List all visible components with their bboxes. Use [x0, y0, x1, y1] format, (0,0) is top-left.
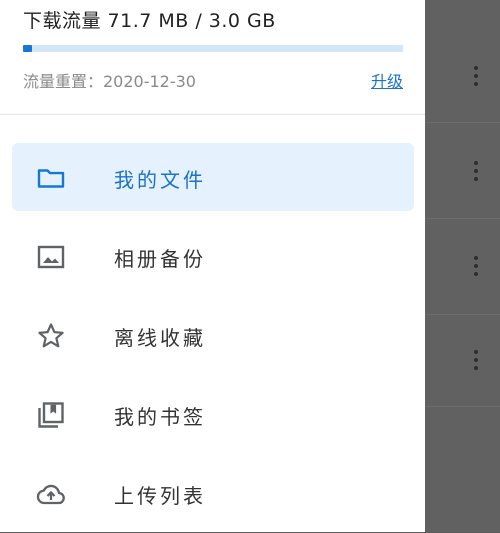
folder-icon	[36, 163, 66, 193]
menu-item-label: 相册备份	[114, 247, 206, 271]
menu-item-upload-list[interactable]: 上传列表	[12, 459, 414, 527]
more-vertical-icon	[469, 161, 483, 181]
bookmarks-icon	[36, 400, 66, 430]
list-item	[425, 28, 500, 122]
menu-item-album-backup[interactable]: 相册备份	[12, 222, 414, 290]
list-item	[425, 218, 500, 315]
more-vertical-icon	[469, 66, 483, 86]
list-item	[425, 406, 500, 533]
download-quota-title: 下载流量 71.7 MB / 3.0 GB	[23, 10, 276, 32]
background-list	[425, 0, 500, 532]
list-item	[425, 122, 500, 219]
menu-item-label: 上传列表	[114, 484, 206, 508]
upgrade-link[interactable]: 升级	[371, 68, 403, 92]
quota-progress-bar	[23, 45, 403, 52]
menu-item-offline-favorites[interactable]: 离线收藏	[12, 301, 414, 369]
menu-item-my-bookmarks[interactable]: 我的书签	[12, 380, 414, 448]
image-icon	[36, 242, 66, 272]
menu-item-label: 离线收藏	[114, 326, 206, 350]
quota-reset-date: 流量重置：2020-12-30	[23, 72, 196, 91]
more-vertical-icon	[469, 350, 483, 370]
menu-item-my-files[interactable]: 我的文件	[12, 143, 414, 211]
quota-progress-fill	[23, 45, 32, 52]
divider	[0, 114, 425, 115]
star-icon	[36, 321, 66, 351]
cloud-upload-icon	[36, 479, 66, 509]
more-vertical-icon	[469, 256, 483, 276]
menu-item-label: 我的书签	[114, 405, 206, 429]
navigation-drawer: 下载流量 71.7 MB / 3.0 GB 流量重置：2020-12-30 升级…	[0, 0, 425, 532]
menu-item-label: 我的文件	[114, 168, 206, 192]
list-item	[425, 314, 500, 407]
